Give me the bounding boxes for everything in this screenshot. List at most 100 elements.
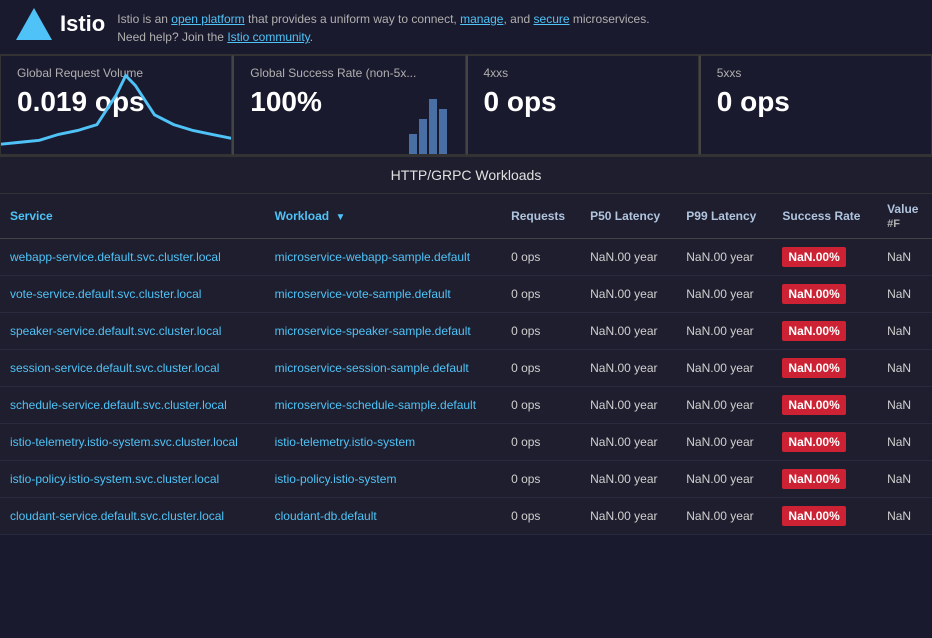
- manage-link[interactable]: manage: [460, 12, 503, 26]
- table-cell-service: cloudant-service.default.svc.cluster.loc…: [0, 498, 265, 535]
- service-link[interactable]: webapp-service.default.svc.cluster.local: [10, 250, 221, 264]
- table-cell-p99: NaN.00 year: [676, 313, 772, 350]
- table-cell-success: NaN.00%: [772, 498, 877, 535]
- table-cell-value: NaN: [877, 276, 932, 313]
- table-row: session-service.default.svc.cluster.loca…: [0, 350, 932, 387]
- workload-link[interactable]: istio-policy.istio-system: [275, 472, 397, 486]
- table-cell-service: session-service.default.svc.cluster.loca…: [0, 350, 265, 387]
- success-badge: NaN.00%: [782, 358, 845, 378]
- table-cell-requests: 0 ops: [501, 276, 580, 313]
- secure-link[interactable]: secure: [534, 12, 570, 26]
- table-cell-requests: 0 ops: [501, 387, 580, 424]
- success-badge: NaN.00%: [782, 395, 845, 415]
- table-cell-workload: microservice-vote-sample.default: [265, 276, 501, 313]
- service-link[interactable]: speaker-service.default.svc.cluster.loca…: [10, 324, 221, 338]
- workload-link[interactable]: microservice-schedule-sample.default: [275, 398, 476, 412]
- workload-link[interactable]: cloudant-db.default: [275, 509, 377, 523]
- table-cell-requests: 0 ops: [501, 313, 580, 350]
- workload-link[interactable]: istio-telemetry.istio-system: [275, 435, 415, 449]
- table-cell-value: NaN: [877, 387, 932, 424]
- workloads-table: Service Workload ▼ Requests P50 Latency …: [0, 194, 932, 535]
- table-cell-p99: NaN.00 year: [676, 461, 772, 498]
- metric-value-5xxs: 0 ops: [717, 86, 915, 118]
- logo: Istio: [16, 8, 105, 40]
- col-header-workload[interactable]: Workload ▼: [265, 194, 501, 239]
- table-cell-value: NaN: [877, 424, 932, 461]
- table-cell-service: istio-telemetry.istio-system.svc.cluster…: [0, 424, 265, 461]
- table-cell-workload: microservice-session-sample.default: [265, 350, 501, 387]
- table-row: istio-telemetry.istio-system.svc.cluster…: [0, 424, 932, 461]
- metric-card-success-rate: Global Success Rate (non-5x... 100%: [232, 55, 465, 155]
- table-row: istio-policy.istio-system.svc.cluster.lo…: [0, 461, 932, 498]
- table-cell-workload: istio-policy.istio-system: [265, 461, 501, 498]
- col-header-service: Service: [0, 194, 265, 239]
- table-cell-success: NaN.00%: [772, 276, 877, 313]
- metrics-row: Global Request Volume 0.019 ops Global S…: [0, 55, 932, 157]
- workload-link[interactable]: microservice-session-sample.default: [275, 361, 469, 375]
- service-link[interactable]: schedule-service.default.svc.cluster.loc…: [10, 398, 227, 412]
- table-row: vote-service.default.svc.cluster.local mi…: [0, 276, 932, 313]
- table-cell-workload: cloudant-db.default: [265, 498, 501, 535]
- service-link[interactable]: istio-policy.istio-system.svc.cluster.lo…: [10, 472, 219, 486]
- table-row: speaker-service.default.svc.cluster.loca…: [0, 313, 932, 350]
- metric-label-success-rate: Global Success Rate (non-5x...: [250, 66, 448, 80]
- table-cell-success: NaN.00%: [772, 350, 877, 387]
- table-cell-p99: NaN.00 year: [676, 239, 772, 276]
- success-badge: NaN.00%: [782, 432, 845, 452]
- metric-label-5xxs: 5xxs: [717, 66, 915, 80]
- table-row: webapp-service.default.svc.cluster.local…: [0, 239, 932, 276]
- sparkline-request-volume: [1, 56, 231, 154]
- table-cell-value: NaN: [877, 498, 932, 535]
- logo-text: Istio: [60, 11, 105, 37]
- community-link[interactable]: Istio community: [227, 30, 309, 44]
- table-cell-success: NaN.00%: [772, 313, 877, 350]
- table-cell-workload: microservice-schedule-sample.default: [265, 387, 501, 424]
- table-cell-p50: NaN.00 year: [580, 387, 676, 424]
- success-badge: NaN.00%: [782, 247, 845, 267]
- table-cell-p50: NaN.00 year: [580, 461, 676, 498]
- table-cell-requests: 0 ops: [501, 498, 580, 535]
- service-link[interactable]: vote-service.default.svc.cluster.local: [10, 287, 201, 301]
- success-badge: NaN.00%: [782, 284, 845, 304]
- table-cell-p50: NaN.00 year: [580, 424, 676, 461]
- table-cell-success: NaN.00%: [772, 387, 877, 424]
- table-cell-service: istio-policy.istio-system.svc.cluster.lo…: [0, 461, 265, 498]
- service-link[interactable]: session-service.default.svc.cluster.loca…: [10, 361, 219, 375]
- table-cell-p99: NaN.00 year: [676, 498, 772, 535]
- table-cell-p99: NaN.00 year: [676, 424, 772, 461]
- table-cell-workload: istio-telemetry.istio-system: [265, 424, 501, 461]
- metric-label-4xxs: 4xxs: [484, 66, 682, 80]
- table-cell-workload: microservice-webapp-sample.default: [265, 239, 501, 276]
- table-cell-success: NaN.00%: [772, 424, 877, 461]
- table-cell-requests: 0 ops: [501, 461, 580, 498]
- col-header-value-hash: #F: [887, 218, 900, 230]
- col-header-value: Value#F: [877, 194, 932, 239]
- table-cell-p50: NaN.00 year: [580, 313, 676, 350]
- workload-link[interactable]: microservice-vote-sample.default: [275, 287, 451, 301]
- table-cell-service: speaker-service.default.svc.cluster.loca…: [0, 313, 265, 350]
- table-cell-p50: NaN.00 year: [580, 276, 676, 313]
- table-cell-p50: NaN.00 year: [580, 239, 676, 276]
- logo-icon: [16, 8, 52, 40]
- bar-4: [439, 109, 447, 154]
- table-cell-p50: NaN.00 year: [580, 498, 676, 535]
- bar-2: [419, 119, 427, 154]
- metric-card-4xxs: 4xxs 0 ops: [466, 55, 699, 155]
- metric-card-request-volume: Global Request Volume 0.019 ops: [0, 55, 232, 155]
- table-cell-p50: NaN.00 year: [580, 350, 676, 387]
- col-header-success: Success Rate: [772, 194, 877, 239]
- sort-icon-workload: ▼: [335, 212, 345, 223]
- open-platform-link[interactable]: open platform: [171, 12, 244, 26]
- table-cell-p99: NaN.00 year: [676, 350, 772, 387]
- workload-link[interactable]: microservice-speaker-sample.default: [275, 324, 471, 338]
- service-link[interactable]: cloudant-service.default.svc.cluster.loc…: [10, 509, 224, 523]
- table-cell-value: NaN: [877, 313, 932, 350]
- table-cell-value: NaN: [877, 350, 932, 387]
- workload-link[interactable]: microservice-webapp-sample.default: [275, 250, 470, 264]
- table-cell-service: webapp-service.default.svc.cluster.local: [0, 239, 265, 276]
- col-header-p99: P99 Latency: [676, 194, 772, 239]
- table-cell-service: schedule-service.default.svc.cluster.loc…: [0, 387, 265, 424]
- table-cell-p99: NaN.00 year: [676, 387, 772, 424]
- table-title: HTTP/GRPC Workloads: [0, 157, 932, 194]
- service-link[interactable]: istio-telemetry.istio-system.svc.cluster…: [10, 435, 238, 449]
